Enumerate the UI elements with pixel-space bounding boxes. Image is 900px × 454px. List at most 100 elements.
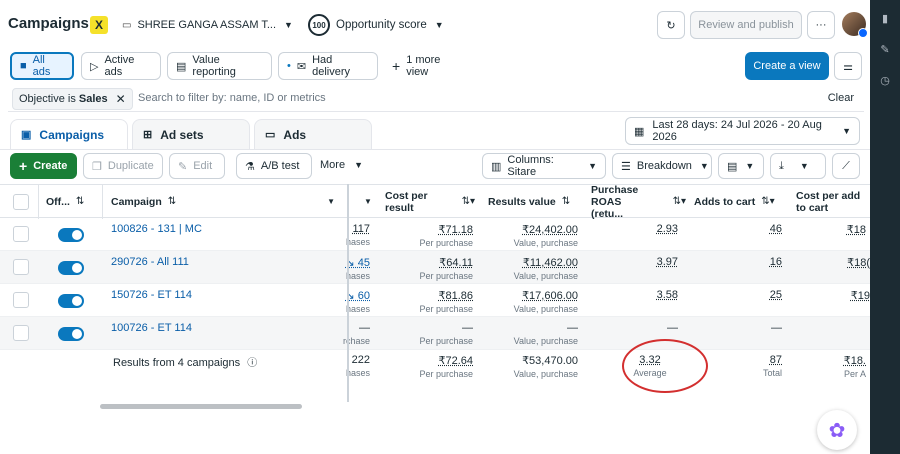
ab-test-button[interactable]: ⚗ A/B test (236, 153, 312, 179)
filter-chip[interactable]: Objective is Sales ✕ (12, 88, 133, 110)
campaign-toggle[interactable] (58, 261, 84, 275)
results-cell: — rchase (320, 322, 370, 346)
view-all-ads[interactable]: ■ All ads (10, 52, 74, 80)
envelope-icon: ✉ (296, 60, 307, 73)
row-checkbox[interactable] (13, 259, 29, 275)
roas-value: 3.97 (656, 256, 678, 268)
campaign-name-link[interactable]: 100726 - ET 114 (111, 322, 192, 334)
results-cell: ↘ 60 hases (320, 289, 370, 314)
refresh-button[interactable]: ↻ (657, 11, 685, 39)
download-icon: ⤓ (779, 159, 784, 172)
divider (102, 185, 103, 219)
campaign-name-link[interactable]: 290726 - All 111 (111, 256, 189, 268)
divider (38, 185, 39, 219)
clock-icon[interactable]: ◷ (878, 74, 892, 88)
close-icon[interactable]: ✕ (116, 92, 126, 106)
campaign-name-link[interactable]: 100826 - 131 | MC (111, 223, 202, 235)
breakdown-button[interactable]: ☰ Breakdown ▼ (612, 153, 712, 179)
summary-value-sub: Value, purchase (513, 369, 578, 379)
campaign-toggle[interactable] (58, 294, 84, 308)
table-row[interactable]: 290726 - All 111 ↘ 45 hases ₹64.11 Per pur… (0, 251, 870, 284)
summary-cpr-value: ₹72.64 (438, 355, 473, 367)
create-view-button[interactable]: Create a view (745, 52, 829, 80)
campaign-toggle[interactable] (58, 228, 84, 242)
table-row[interactable]: 100726 - ET 114 — rchase — Per purchase — V… (0, 317, 870, 350)
header-cost-per-result[interactable]: Cost per result ⇅▾ (385, 185, 475, 219)
header-results-value[interactable]: Results value ⇅ (488, 185, 580, 219)
atc-value: — (771, 322, 782, 334)
value-value: ₹17,606.00 (522, 290, 578, 302)
row-checkbox[interactable] (13, 226, 29, 242)
view-settings-button[interactable]: ⚌ (834, 52, 862, 80)
reports-button[interactable]: ▤ ▼ (718, 153, 764, 179)
summary-atc: 87 Total (730, 354, 782, 378)
value-value: ₹11,462.00 (522, 257, 578, 269)
info-icon[interactable]: ⓘ (247, 358, 257, 369)
horizontal-scrollbar[interactable] (100, 404, 302, 409)
header-cost-per-add[interactable]: Cost per add to cart (796, 185, 866, 219)
tab-ads[interactable]: ▭ Ads (254, 119, 372, 149)
chevron-down-icon: ▼ (434, 20, 444, 30)
header-results-chevron[interactable]: ▼ (364, 185, 376, 219)
results-value[interactable]: ↘ 45 (345, 257, 370, 269)
flask-icon: ⚗ (245, 160, 255, 173)
search-input[interactable]: Search to filter by: name, ID or metrics (138, 92, 326, 104)
duplicate-label: Duplicate (107, 160, 154, 172)
report-icon: ▤ (727, 160, 738, 173)
header-purchase-roas[interactable]: Purchase ROAS (retu... ⇅▾ (591, 184, 686, 220)
export-button[interactable]: ⤓ ▼ (770, 153, 826, 179)
select-all-checkbox[interactable] (13, 194, 29, 210)
avatar[interactable] (842, 12, 868, 38)
bar-chart-icon[interactable]: ▮ (878, 12, 892, 26)
results-value[interactable]: ↘ 60 (345, 290, 370, 302)
clear-button[interactable]: Clear (828, 92, 854, 104)
opportunity-score-button[interactable]: 100 Opportunity score ▼ (308, 12, 444, 38)
header-label: Adds to cart (694, 196, 756, 208)
campaigns-table: Off... ⇅ Campaign ⇅ ▼ ▼ Cost per result ⇅▾ … (0, 184, 870, 406)
adds-to-cart-cell: 16 (730, 256, 782, 268)
chevron-down-icon: ▼ (364, 197, 372, 206)
duplicate-button[interactable]: ❐ Duplicate (83, 153, 163, 179)
more-views-button[interactable]: + 1 more view (384, 52, 468, 80)
summary-label: Results from 4 campaigns ⓘ (113, 354, 257, 369)
row-checkbox[interactable] (13, 292, 29, 308)
columns-button[interactable]: ▥ Columns: Sitare ▼ (482, 153, 606, 179)
create-button[interactable]: + Create (10, 153, 77, 179)
meta-ai-icon[interactable]: ✿ (817, 410, 857, 450)
campaign-toggle[interactable] (58, 327, 84, 341)
summary-label-text: Results from 4 campaigns (113, 357, 241, 369)
tab-ad-sets[interactable]: ⊞ Ad sets (132, 119, 250, 149)
edit-button[interactable]: ✎ Edit (169, 153, 225, 179)
tab-campaigns[interactable]: ▣ Campaigns (10, 119, 128, 149)
review-publish-button[interactable]: Review and publish (690, 11, 802, 39)
date-range-picker[interactable]: ▦ Last 28 days: 24 Jul 2026 - 20 Aug 202… (625, 117, 860, 145)
frozen-column-divider (347, 184, 349, 402)
header-off-on[interactable]: Off... ⇅ (46, 185, 102, 219)
header-campaign[interactable]: Campaign ⇅ ▼ (111, 185, 341, 219)
cost-per-result-cell: — Per purchase (400, 322, 473, 346)
results-sub: hases (345, 304, 370, 314)
roas-cell: — (620, 322, 678, 334)
summary-atc-sub: Total (762, 368, 782, 378)
account-selector[interactable]: X ▭ SHREE GANGA ASSAM T... ▼ (84, 12, 294, 38)
play-icon: ▷ (90, 60, 99, 73)
view-value-reporting[interactable]: ▤ Value reporting (167, 52, 272, 80)
header-adds-to-cart[interactable]: Adds to cart ⇅▾ (694, 185, 786, 219)
results-cell: 117 hases (320, 223, 370, 247)
table-row[interactable]: 100826 - 131 | MC 117 hases ₹71.18 Per pur… (0, 218, 870, 251)
sort-icon: ⇅▾ (672, 196, 686, 207)
table-row[interactable]: 150726 - ET 114 ↘ 60 hases ₹81.86 Per purc… (0, 284, 870, 317)
more-options-button[interactable]: ··· (807, 11, 835, 39)
charts-button[interactable]: ⟋ (832, 153, 860, 179)
report-icon: ▤ (176, 60, 187, 73)
pencil-icon[interactable]: ✎ (878, 43, 892, 57)
view-active-ads[interactable]: ▷ Active ads (81, 52, 161, 80)
campaign-name-link[interactable]: 150726 - ET 114 (111, 289, 192, 301)
summary-cpr: ₹72.64 Per purchase (400, 354, 473, 379)
monitor-icon: ▭ (122, 19, 132, 31)
ab-test-label: A/B test (260, 160, 300, 172)
row-checkbox[interactable] (13, 325, 29, 341)
plus-icon: + (19, 158, 28, 174)
more-button[interactable]: More ▼ (320, 159, 363, 171)
view-had-delivery[interactable]: • ✉ Had delivery (278, 52, 378, 80)
